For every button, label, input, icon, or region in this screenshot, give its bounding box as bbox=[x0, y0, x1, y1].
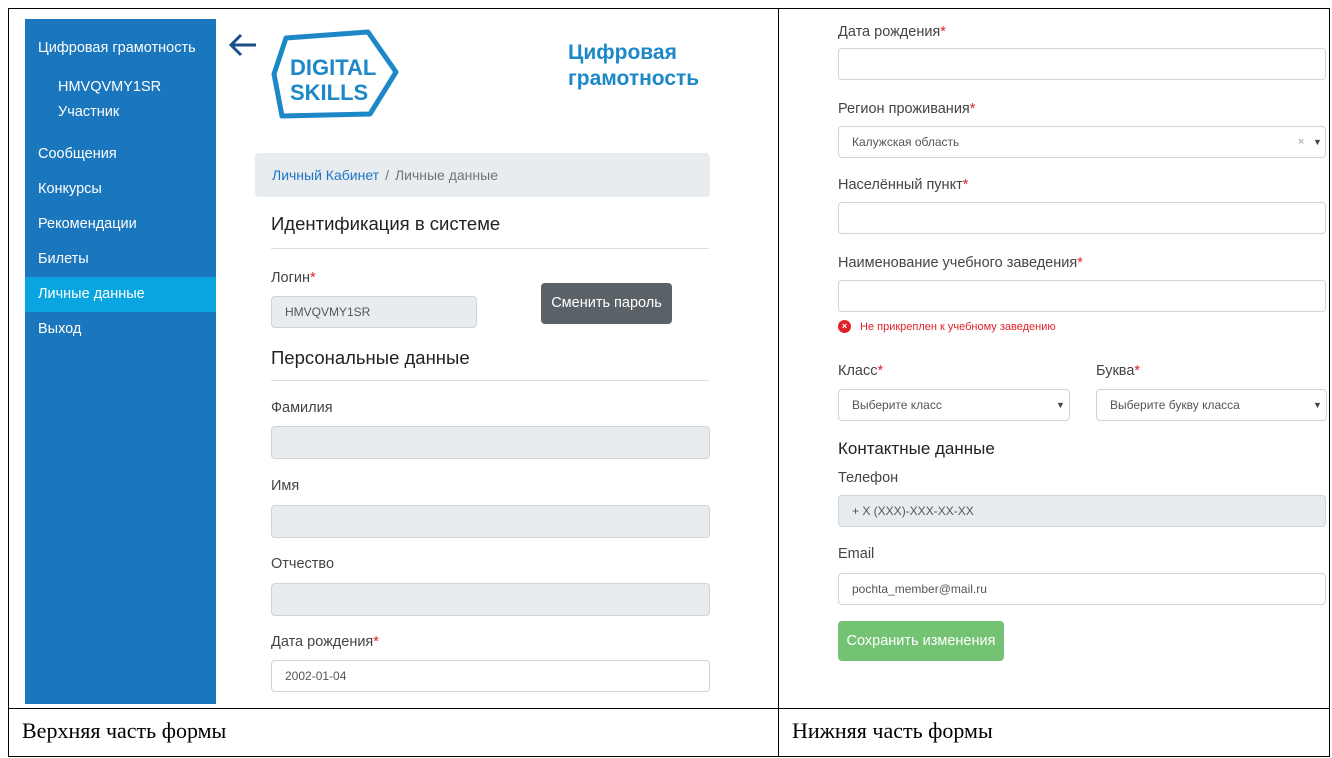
breadcrumb-separator: / bbox=[385, 167, 389, 183]
birthdate-label: Дата рождения* bbox=[271, 634, 379, 650]
birthdate-field-lower[interactable] bbox=[838, 48, 1326, 80]
sidebar-item-tickets[interactable]: Билеты bbox=[25, 242, 216, 277]
letter-select-placeholder: Выберите букву класса bbox=[1110, 398, 1240, 412]
letter-select[interactable]: Выберите букву класса bbox=[1096, 389, 1327, 421]
email-label: Email bbox=[838, 546, 875, 562]
logo-text-digital: DIGITAL bbox=[290, 55, 376, 80]
school-error-text: Не прикреплен к учебному заведению bbox=[860, 320, 1056, 333]
logo-title: Цифровая грамотность bbox=[568, 40, 708, 92]
sidebar-item-recommendations[interactable]: Рекомендации bbox=[25, 207, 216, 242]
change-password-button[interactable]: Сменить пароль bbox=[541, 283, 672, 324]
school-error: × Не прикреплен к учебному заведению bbox=[838, 320, 1056, 333]
required-marker: * bbox=[1134, 363, 1141, 379]
caption-right: Нижняя часть формы bbox=[792, 718, 993, 743]
breadcrumb-current: Личные данные bbox=[394, 167, 498, 183]
identification-divider bbox=[271, 248, 709, 249]
error-circle-icon: × bbox=[838, 320, 851, 333]
caret-down-icon[interactable]: ▼ bbox=[1313, 400, 1322, 410]
personal-title: Персональные данные bbox=[271, 347, 470, 368]
birthdate-label-lower: Дата рождения* bbox=[838, 24, 946, 40]
contacts-title: Контактные данные bbox=[838, 439, 995, 458]
column-divider bbox=[778, 8, 779, 757]
sidebar-brand[interactable]: Цифровая грамотность bbox=[38, 40, 196, 56]
class-select[interactable]: Выберите класс bbox=[838, 389, 1070, 421]
birthdate-field[interactable]: 2002-01-04 bbox=[271, 660, 710, 692]
school-label: Наименование учебного заведения* bbox=[838, 255, 1083, 271]
required-marker: * bbox=[940, 24, 946, 40]
caret-down-icon[interactable]: ▼ bbox=[1056, 400, 1065, 410]
login-label: Логин* bbox=[271, 270, 316, 286]
identification-title: Идентификация в системе bbox=[271, 213, 501, 234]
patronymic-field[interactable] bbox=[271, 583, 710, 616]
sidebar-item-logout[interactable]: Выход bbox=[25, 312, 216, 347]
class-select-placeholder: Выберите класс bbox=[852, 398, 942, 412]
sidebar-item-personal-data[interactable]: Личные данные bbox=[25, 277, 216, 312]
name-field[interactable] bbox=[271, 505, 710, 538]
surname-field[interactable] bbox=[271, 426, 710, 459]
sidebar-user-login: HMVQVMY1SR bbox=[58, 79, 162, 95]
required-marker: * bbox=[373, 634, 379, 650]
caption-left: Верхняя часть формы bbox=[22, 718, 227, 743]
required-marker: * bbox=[877, 363, 884, 379]
save-changes-button[interactable]: Сохранить изменения bbox=[838, 621, 1004, 661]
letter-label: Буква* bbox=[1096, 363, 1141, 379]
required-marker: * bbox=[1077, 255, 1083, 271]
sidebar-item-contests[interactable]: Конкурсы bbox=[25, 172, 216, 207]
required-marker: * bbox=[309, 270, 316, 286]
phone-label: Телефон bbox=[838, 470, 899, 486]
phone-field[interactable]: + X (XXX)-XXX-XX-XX bbox=[838, 495, 1326, 527]
sidebar-item-messages[interactable]: Сообщения bbox=[25, 137, 216, 172]
logo-title-line2: грамотность bbox=[568, 67, 700, 90]
personal-divider bbox=[271, 380, 709, 381]
region-selected-value: Калужская область bbox=[852, 135, 960, 149]
locality-field[interactable] bbox=[838, 202, 1326, 234]
region-select[interactable]: Калужская область bbox=[838, 126, 1326, 158]
caret-down-icon[interactable]: ▼ bbox=[1313, 137, 1322, 147]
arrow-left-icon[interactable] bbox=[228, 32, 258, 58]
sidebar: Цифровая грамотность HMVQVMY1SR Участник… bbox=[25, 19, 216, 704]
breadcrumb-home-link[interactable]: Личный Кабинет bbox=[272, 167, 379, 183]
clear-x-icon[interactable]: × bbox=[1298, 136, 1304, 148]
required-marker: * bbox=[969, 101, 976, 117]
region-label: Регион проживания* bbox=[838, 101, 976, 117]
school-field[interactable] bbox=[838, 280, 1326, 312]
email-field[interactable]: pochta_member@mail.ru bbox=[838, 573, 1326, 605]
name-label: Имя bbox=[271, 478, 300, 494]
sidebar-user-role: Участник bbox=[58, 104, 120, 120]
surname-label: Фамилия bbox=[271, 400, 333, 416]
class-label: Класс* bbox=[838, 363, 884, 379]
required-marker: * bbox=[962, 177, 969, 193]
locality-label: Населённый пункт* bbox=[838, 177, 969, 193]
sidebar-menu: Сообщения Конкурсы Рекомендации Билеты Л… bbox=[25, 137, 216, 347]
caption-divider bbox=[8, 708, 1330, 709]
logo-title-line1: Цифровая bbox=[568, 41, 677, 64]
login-field[interactable]: HMVQVMY1SR bbox=[271, 296, 477, 328]
patronymic-label: Отчество bbox=[271, 556, 335, 572]
logo-text-skills: SKILLS bbox=[290, 80, 368, 105]
digital-skills-logo: DIGITAL SKILLS bbox=[271, 29, 399, 119]
breadcrumb: Личный Кабинет / Личные данные bbox=[255, 153, 710, 197]
